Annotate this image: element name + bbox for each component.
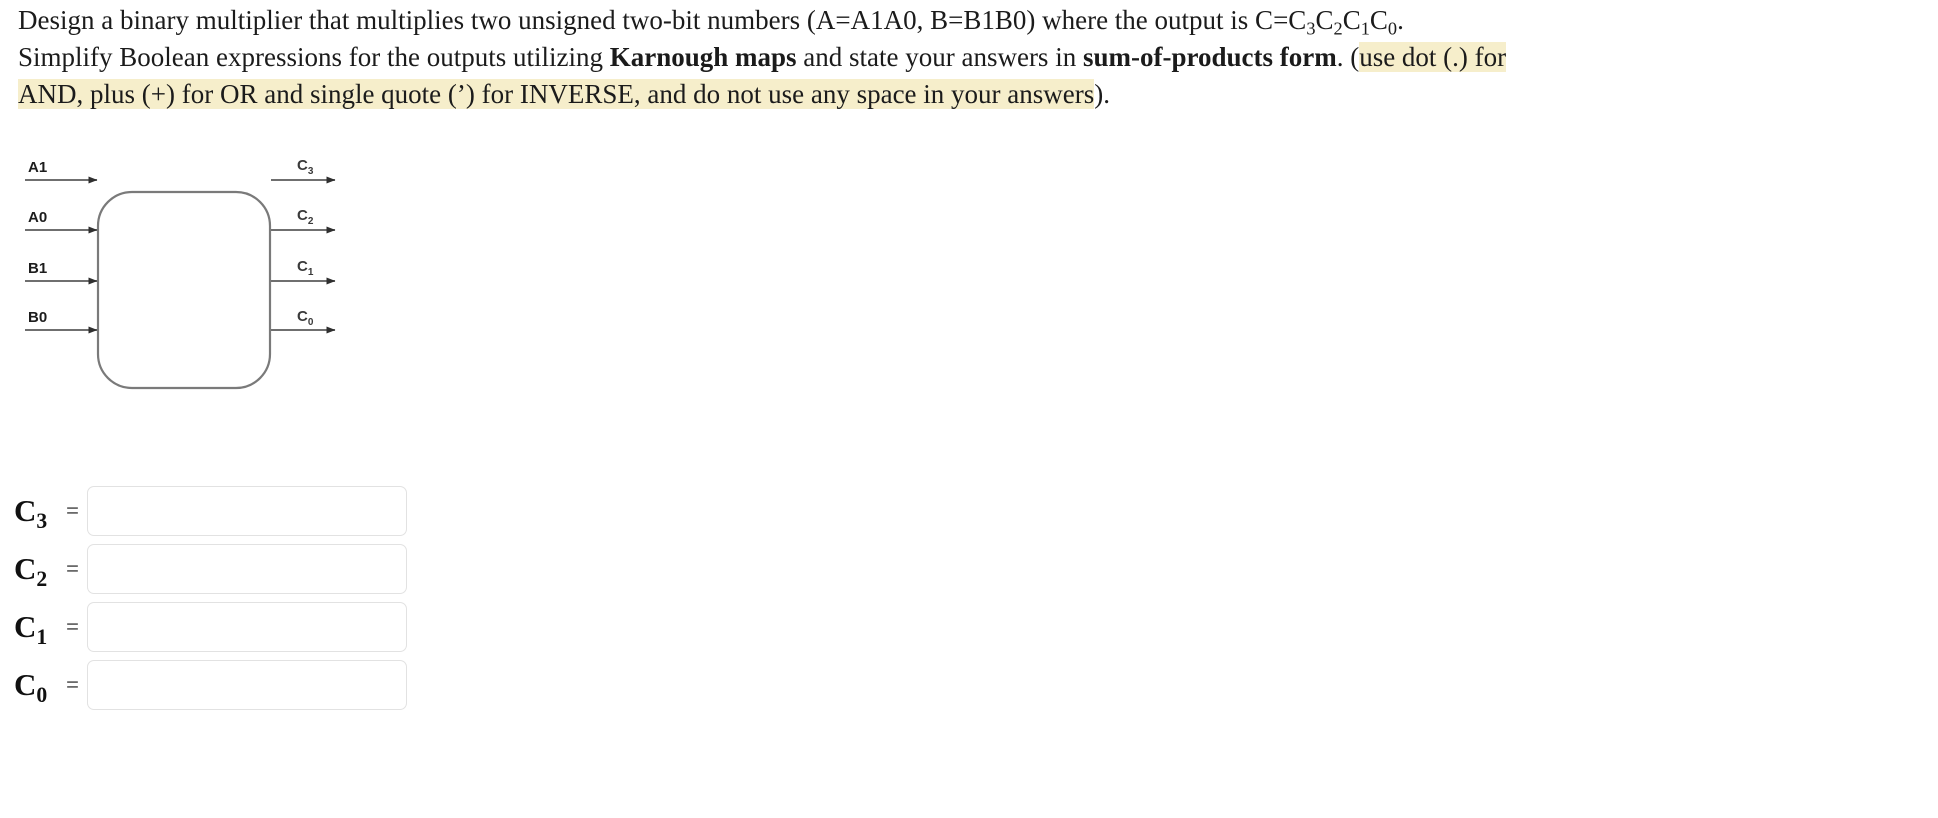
input-label-a0: A0 — [28, 209, 47, 226]
answer-label-c2-base: C — [14, 551, 37, 586]
answer-label-c1-subscript: 1 — [36, 624, 48, 649]
answer-equals-c2: = — [66, 556, 79, 581]
output-label-c0-subscript: 0 — [308, 317, 314, 328]
output-label-c3-base: C — [297, 157, 308, 174]
answer-input-c1[interactable] — [86, 602, 407, 652]
prompt-line-1-period: . — [1397, 5, 1404, 35]
answer-label-c2-subscript: 2 — [36, 566, 48, 591]
answer-input-c0[interactable] — [86, 660, 407, 710]
prompt-line-2-text-a: Simplify Boolean expressions for the out… — [18, 42, 610, 72]
answer-equals-c1: = — [66, 614, 79, 639]
answer-label-c3: C3 — [14, 493, 66, 532]
answer-label-c2: C2 — [14, 551, 66, 590]
answer-label-c3-base: C — [14, 493, 37, 528]
answer-equals-c0: = — [66, 672, 79, 697]
prompt-line-1-text: Design a binary multiplier that multipli… — [18, 5, 1307, 35]
output-label-c1-base: C — [297, 258, 308, 275]
prompt-line-3: AND, plus (+) for OR and single quote (’… — [18, 76, 1928, 113]
prompt-highlight-line-2: use dot (.) for — [1359, 42, 1507, 72]
answer-row-c1: C1 = — [14, 598, 434, 656]
answer-row-c2: C2 = — [14, 540, 434, 598]
output-label-c1-subscript: 1 — [308, 267, 314, 278]
answer-label-c1-base: C — [14, 609, 37, 644]
output-label-c3: C3 — [297, 157, 314, 177]
prompt-highlight-line-3: AND, plus (+) for OR and single quote (’… — [18, 79, 1095, 109]
answer-row-c3: C3 = — [14, 482, 434, 540]
answer-label-c0: C0 — [14, 667, 66, 706]
prompt-emphasis-karnough-maps: Karnough maps — [609, 42, 797, 72]
input-label-b1: B1 — [28, 260, 47, 277]
multiplier-block-body — [96, 190, 272, 390]
prompt-line-3-tail: ). — [1094, 79, 1111, 109]
answer-fields: C3 = C2 = C1 = C0 = — [14, 482, 434, 714]
answer-input-c2[interactable] — [86, 544, 407, 594]
prompt-c1-base: C — [1342, 5, 1361, 35]
output-label-c0-base: C — [297, 308, 308, 325]
prompt-c0-subscript: 0 — [1387, 18, 1398, 39]
prompt-c2-subscript: 2 — [1333, 18, 1343, 39]
multiplier-block-diagram: A1 A0 B1 B0 C3 C2 C1 C0 — [0, 140, 470, 440]
prompt-c1-subscript: 1 — [1360, 18, 1370, 39]
prompt-c2-base: C — [1315, 5, 1334, 35]
question-prompt: Design a binary multiplier that multipli… — [18, 2, 1928, 113]
prompt-line-2-text-c: . ( — [1336, 42, 1360, 72]
input-label-a1: A1 — [28, 159, 47, 176]
output-label-c1: C1 — [297, 258, 314, 278]
prompt-emphasis-sum-of-products: sum-of-products form — [1082, 42, 1337, 72]
answer-equals-c3: = — [66, 498, 79, 523]
output-label-c3-subscript: 3 — [308, 166, 314, 177]
prompt-c0-base: C — [1369, 5, 1388, 35]
output-label-c2-subscript: 2 — [308, 216, 314, 227]
answer-row-c0: C0 = — [14, 656, 434, 714]
answer-input-c3[interactable] — [86, 486, 407, 536]
prompt-line-1: Design a binary multiplier that multipli… — [18, 2, 1928, 39]
answer-label-c0-subscript: 0 — [36, 682, 48, 707]
prompt-c3-subscript: 3 — [1306, 18, 1316, 39]
answer-label-c3-subscript: 3 — [36, 508, 48, 533]
output-label-c2: C2 — [297, 207, 314, 227]
answer-label-c1: C1 — [14, 609, 66, 648]
answer-label-c0-base: C — [14, 667, 37, 702]
prompt-line-2-text-b: and state your answers in — [796, 42, 1083, 72]
output-label-c0: C0 — [297, 308, 314, 328]
output-label-c2-base: C — [297, 207, 308, 224]
prompt-line-2: Simplify Boolean expressions for the out… — [18, 39, 1928, 76]
input-label-b0: B0 — [28, 309, 47, 326]
